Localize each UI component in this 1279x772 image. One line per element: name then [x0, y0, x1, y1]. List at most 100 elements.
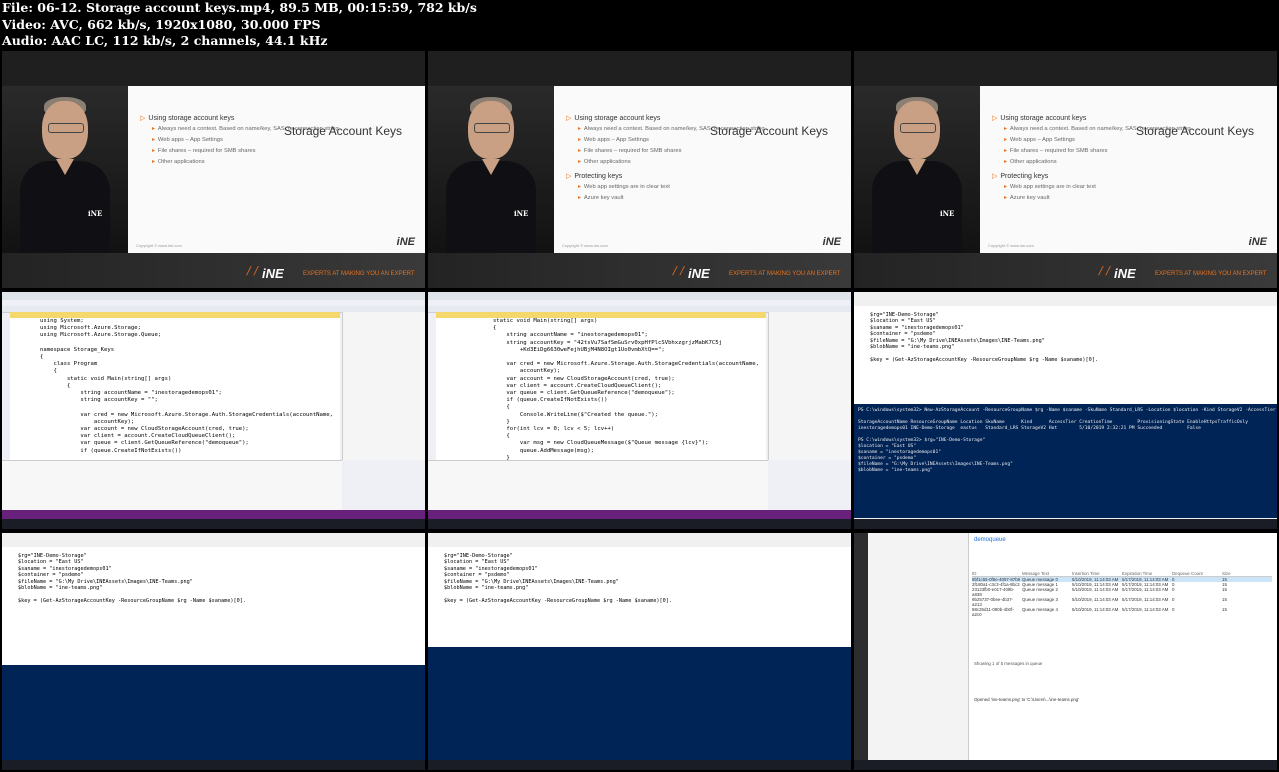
error-list — [428, 460, 768, 511]
column-header[interactable]: ID — [972, 571, 1022, 576]
console-pane[interactable] — [428, 647, 851, 760]
column-header[interactable]: Expiration Time — [1122, 571, 1172, 576]
slide-subbullet: Web app settings are in clear text — [1009, 184, 1096, 190]
code-editor[interactable]: using System; using Microsoft.Azure.Stora… — [10, 312, 340, 460]
code-line: $key = (Get-AzStorageAccountKey -Resourc… — [18, 597, 246, 604]
table-cell: 0 — [1172, 607, 1175, 612]
slide-pane: Storage Account Keys ▷ Using storage acco… — [554, 86, 851, 253]
table-cell: 23123fb0-e017-409b-a838 — [972, 587, 1015, 597]
code-line: { — [466, 325, 497, 332]
shirt-logo: iNE — [940, 209, 955, 218]
table-cell: 5/10/2019, 11:14:03 AM — [1072, 607, 1119, 612]
table-cell: 5/10/2019, 11:14:03 AM — [1072, 597, 1119, 602]
slide-bullet: Using storage account keys — [148, 115, 235, 122]
script-text: $rg="INE-Demo-Storage" $location = "East … — [18, 553, 246, 604]
footer-logo: iNE — [262, 266, 284, 281]
code-line: var cred = new Microsoft.Azure.Storage.A… — [466, 361, 759, 368]
code-line: var msg = new CloudQueueMessage($"Queue … — [466, 440, 709, 447]
code-line: if (queue.CreateIfNotExists()) — [466, 397, 608, 404]
column-header[interactable]: Dequeue Count — [1172, 571, 1222, 576]
code-line: $key = (Get-AzStorageAccountKey -Resourc… — [870, 356, 1098, 363]
thumbnail-powershell-ise: $rg="INE-Demo-Storage" $location = "East … — [854, 292, 1277, 529]
code-line: var client = account.CreateCloudQueueCli… — [466, 382, 662, 389]
code-line: for(int lcv = 0; lcv < 5; lcv++) — [466, 426, 615, 433]
code-editor[interactable]: static void Main(string[] args) { string… — [436, 312, 766, 462]
thumbnail-powershell-3: $rg="INE-Demo-Storage" $location = "East … — [428, 533, 851, 770]
queue-tab-title[interactable]: demoqueue — [974, 537, 1006, 543]
code-line: { — [40, 354, 44, 361]
code-line: var queue = client.GetQueueReference("de… — [40, 440, 249, 447]
slide-bullet: Using storage account keys — [574, 115, 661, 122]
console-pane[interactable] — [2, 665, 425, 760]
code-line: static void Main(string[] args) — [40, 375, 172, 382]
slide-subbullet: Web apps – App Settings — [1009, 137, 1075, 143]
table-cell: 15 — [1222, 607, 1227, 612]
status-text: Showing 1 of 5 messages in queue — [974, 661, 1043, 666]
slide-logo: iNE — [822, 236, 841, 248]
footer-tagline: EXPERTS AT MAKING YOU AN EXPERT — [303, 271, 415, 277]
code-text: static void Main(string[] args) { string… — [466, 318, 759, 462]
footer-tagline: EXPERTS AT MAKING YOU AN EXPERT — [729, 271, 841, 277]
messages-table[interactable]: ID Message Text Insertion Time Expiration T… — [972, 571, 1272, 617]
file-info: File: 06-12. Storage account keys.mp4, 8… — [2, 0, 477, 15]
footer-tagline: EXPERTS AT MAKING YOU AN EXPERT — [1155, 271, 1267, 277]
code-line: string accountName = "inestoragedemops01… — [466, 332, 648, 339]
taskbar — [428, 760, 851, 770]
shirt-logo: iNE — [88, 209, 103, 218]
table-row[interactable]: 88c25d11-080b-4b0f-a2c0 Queue message 4 5/… — [972, 607, 1272, 617]
taskbar — [2, 760, 425, 770]
video-info-header: File: 06-12. Storage account keys.mp4, 8… — [2, 0, 477, 50]
slide-subbullet: Always need a context. Based on name/key… — [583, 126, 765, 132]
table-cell: Queue message 4 — [1022, 607, 1058, 612]
thumbnail-slide-2: iNE Storage Account Keys ▷ Using storage … — [428, 51, 851, 288]
slide-subbullet: File shares – required for SMB shares — [1009, 148, 1108, 154]
slide-subbullet: Web apps – App Settings — [583, 137, 649, 143]
code-line: { — [40, 368, 57, 375]
table-cell: Queue message 3 — [1022, 597, 1058, 602]
slide-pane: Storage Account Keys ▷ Using storage acco… — [980, 86, 1277, 253]
slide-copyright: Copyright © www.ine.com — [562, 243, 608, 248]
code-line: var account = new CloudStorageAccount(cr… — [466, 375, 675, 382]
taskbar — [854, 519, 1277, 529]
code-line: using Microsoft.Azure.Storage.Queue; — [40, 332, 162, 339]
slide-bullet: Using storage account keys — [1000, 115, 1087, 122]
table-cell: 5/17/2019, 11:14:03 AM — [1122, 597, 1169, 602]
code-line: { — [40, 382, 71, 389]
solution-explorer[interactable] — [768, 312, 851, 460]
explorer-tree[interactable] — [868, 533, 969, 760]
code-line: var client = account.CreateCloudQueueCli… — [40, 433, 236, 440]
slide-copyright: Copyright © www.ine.com — [136, 243, 182, 248]
code-line: +Kd3EiDg6630weFejhUBjM4N8OIgt1Uo0vmbXtQ=… — [466, 346, 665, 353]
slide-pane: Storage Account Keys ▷ Using storage acco… — [128, 86, 425, 253]
slide-subbullet: File shares – required for SMB shares — [157, 148, 256, 154]
code-line: var cred = new Microsoft.Azure.Storage.A… — [40, 411, 333, 418]
table-cell: 0 — [1172, 597, 1175, 602]
code-line: { — [466, 433, 510, 440]
slide-subbullet: Azure key vault — [583, 195, 624, 201]
footer-logo: iNE — [1114, 266, 1136, 281]
code-line: var account = new CloudStorageAccount(cr… — [40, 426, 249, 433]
code-line: string accountKey = "42tsVu7SafSmGuSrv0x… — [466, 339, 722, 346]
table-row[interactable]: 23123fb0-e017-409b-a838 Queue message 2 5/… — [972, 587, 1272, 597]
thumbnail-grid: iNE Storage Account Keys ▷ Using storage … — [0, 51, 1279, 772]
code-line: $key = (Get-AzStorageAccountKey -Resourc… — [444, 597, 672, 604]
slide-subbullet: Web app settings are in clear text — [583, 184, 670, 190]
footer-logo: iNE — [688, 266, 710, 281]
activity-bar — [854, 533, 868, 760]
column-header[interactable]: Size — [1222, 571, 1272, 576]
column-header[interactable]: Message Text — [1022, 571, 1072, 576]
table-cell: 9b25737-0bee-4b37-a213 — [972, 597, 1014, 607]
thumbnail-powershell-2: $rg="INE-Demo-Storage" $location = "East … — [2, 533, 425, 770]
slide-subbullet: Azure key vault — [1009, 195, 1050, 201]
table-cell: 15 — [1222, 597, 1227, 602]
slide-subbullet: Other applications — [583, 159, 631, 165]
thumbnail-visual-studio-1: using System; using Microsoft.Azure.Stora… — [2, 292, 425, 529]
code-line: accountKey); — [40, 418, 135, 425]
code-line: Console.WriteLine($"Created the queue.")… — [466, 411, 658, 418]
taskbar — [428, 519, 851, 529]
solution-explorer[interactable] — [342, 312, 425, 460]
column-header[interactable]: Insertion Time — [1072, 571, 1122, 576]
table-row[interactable]: 9b25737-0bee-4b37-a213 Queue message 3 5/1… — [972, 597, 1272, 607]
code-line: PS C:\windows\system32> New-AzStorageAcc… — [858, 408, 1277, 413]
